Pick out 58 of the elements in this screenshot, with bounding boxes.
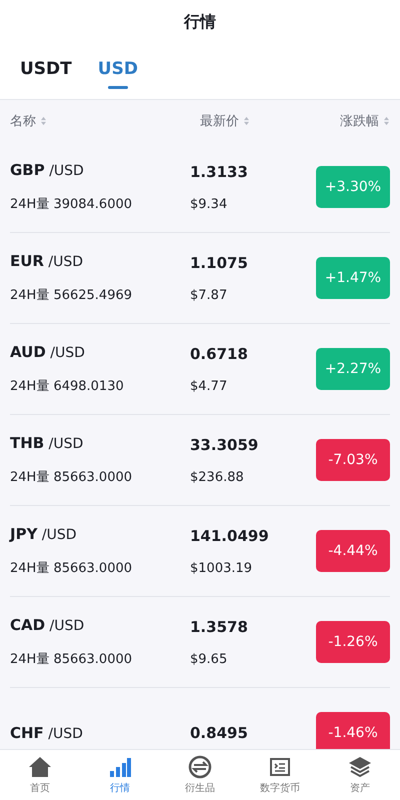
change-badge: -4.44%: [316, 530, 390, 572]
market-row[interactable]: CAD /USD 24H量 85663.0000 1.3578 $9.65 -1.26%: [10, 597, 390, 688]
price-text: 0.8495: [190, 724, 249, 742]
market-row[interactable]: EUR /USD 24H量 56625.4969 1.1075 $7.87 +1.47%: [10, 233, 390, 324]
sort-icon: [40, 116, 47, 126]
sort-column-header[interactable]: 涨跌幅: [340, 112, 390, 130]
volume-text: 24H量 85663.0000: [10, 560, 134, 577]
volume-text: 24H量 6498.0130: [10, 378, 125, 395]
market-row[interactable]: JPY /USD 24H量 85663.0000 141.0499 $1003.19 -4.44%: [10, 506, 390, 597]
usd-price-text: $9.34: [190, 196, 228, 212]
sort-icon: [383, 116, 390, 126]
price-text: 1.3578: [190, 618, 249, 636]
page-title: 行情: [182, 11, 217, 33]
layers-icon: [348, 755, 372, 779]
usd-price-text: $9.65: [190, 652, 228, 666]
document-icon: [268, 755, 292, 779]
usd-price-text: $1003.19: [190, 560, 254, 576]
nav-tab[interactable]: 首页: [0, 750, 80, 800]
chart-icon: [108, 755, 132, 779]
pair-name: CAD /USD: [10, 616, 86, 634]
price-text: 1.3133: [190, 162, 249, 180]
pair-name: GBP /USD: [10, 161, 85, 179]
nav-tab[interactable]: 数字货币: [240, 750, 320, 800]
sort-icon: [243, 116, 250, 126]
nav-tab[interactable]: 行情: [80, 750, 160, 800]
nav-tab[interactable]: 衍生品: [160, 750, 240, 800]
currency-tab[interactable]: USD: [92, 53, 144, 99]
volume-text: 24H量 56625.4969: [10, 287, 134, 304]
pair-name: CHF /USD: [10, 724, 84, 742]
change-badge: -1.46%: [316, 712, 390, 749]
price-text: 33.3059: [190, 436, 260, 454]
price-text: 1.1075: [190, 254, 249, 272]
pair-name: THB /USD: [10, 434, 84, 452]
nav-tab[interactable]: 资产: [320, 750, 400, 800]
market-row[interactable]: THB /USD 24H量 85663.0000 33.3059 $236.88 -7.03%: [10, 415, 390, 506]
change-badge: -7.03%: [316, 439, 390, 481]
market-row[interactable]: AUD /USD 24H量 6498.0130 0.6718 $4.77 +2.27%: [10, 324, 390, 415]
sort-column-header[interactable]: 最新价: [200, 112, 340, 130]
change-badge: +1.47%: [316, 257, 390, 299]
price-text: 0.6718: [190, 344, 249, 362]
market-row[interactable]: GBP /USD 24H量 39084.6000 1.3133 $9.34 +3.30%: [10, 142, 390, 233]
currency-tab[interactable]: USDT: [14, 53, 78, 99]
exchange-icon: [188, 755, 212, 779]
price-text: 141.0499: [190, 526, 270, 544]
volume-text: 24H量 85663.0000: [10, 469, 134, 486]
pair-name: JPY /USD: [10, 525, 78, 543]
pair-name: EUR /USD: [10, 252, 84, 270]
volume-text: 24H量 85663.0000: [10, 651, 134, 668]
volume-text: 24H量 39084.6000: [10, 196, 134, 213]
change-badge: -1.26%: [316, 621, 390, 663]
pair-name: AUD /USD: [10, 343, 86, 361]
usd-price-text: $7.87: [190, 288, 228, 302]
sort-column-header[interactable]: 名称: [10, 112, 200, 130]
usd-price-text: $4.77: [190, 378, 228, 394]
change-badge: +2.27%: [316, 348, 390, 390]
usd-price-text: $236.88: [190, 470, 245, 484]
change-badge: +3.30%: [316, 166, 390, 208]
home-icon: [28, 755, 52, 779]
